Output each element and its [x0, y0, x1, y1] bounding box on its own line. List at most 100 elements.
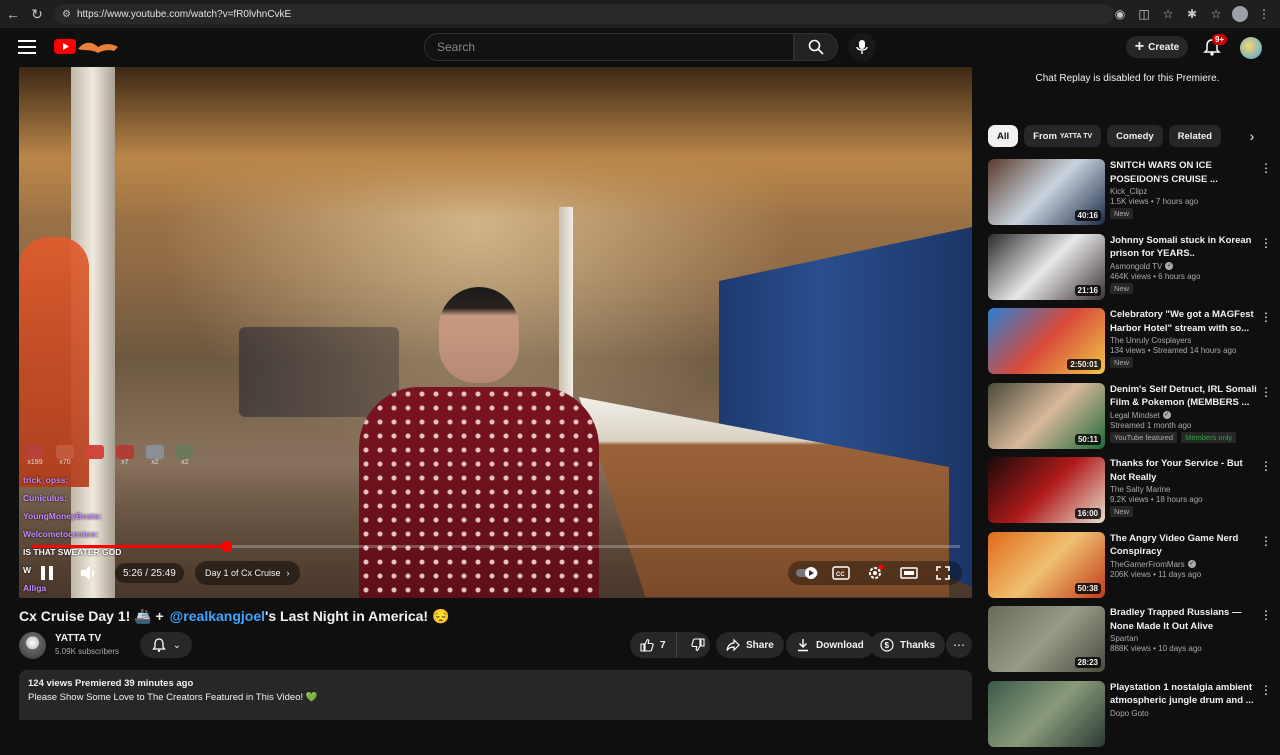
channel-name[interactable]: The Salty Marine: [1110, 485, 1258, 494]
more-vertical-icon[interactable]: ⋮: [1260, 310, 1270, 324]
create-button[interactable]: +Create: [1126, 36, 1188, 58]
video-title[interactable]: Denim's Self Detruct, IRL Somali Film & …: [1110, 383, 1258, 410]
recommended-video[interactable]: 28:23Bradley Trapped Russians — None Mad…: [988, 606, 1278, 681]
video-title[interactable]: Thanks for Your Service - But Not Really: [1110, 457, 1258, 484]
video-thumbnail[interactable]: 16:00: [988, 457, 1105, 523]
video-thumbnail[interactable]: 28:23: [988, 606, 1105, 672]
like-button[interactable]: 7: [630, 632, 677, 658]
progress-bar[interactable]: [31, 545, 960, 548]
chevron-down-icon: ⌄: [173, 640, 181, 651]
subtitles-button[interactable]: CC: [828, 561, 854, 585]
recommended-video[interactable]: 16:00Thanks for Your Service - But Not R…: [988, 457, 1278, 532]
description-box[interactable]: 124 views Premiered 39 minutes ago Pleas…: [19, 670, 972, 720]
channel-name[interactable]: YATTA TV: [55, 633, 101, 644]
video-title[interactable]: SNITCH WARS ON ICE POSEIDON'S CRUISE ...: [1110, 159, 1258, 186]
more-vertical-icon[interactable]: ⋮: [1260, 459, 1270, 473]
video-thumbnail[interactable]: 21:16: [988, 234, 1105, 300]
volume-icon: [80, 565, 98, 581]
notification-preference-button[interactable]: ⌄: [140, 632, 192, 658]
pause-button[interactable]: [35, 563, 59, 583]
gift-emote-icon: [176, 445, 194, 459]
favorites-icon[interactable]: ☆: [1204, 0, 1228, 28]
mention-link[interactable]: @realkangjoel: [170, 608, 265, 624]
reload-icon[interactable]: ↻: [24, 0, 50, 28]
account-avatar[interactable]: [1240, 37, 1262, 59]
tab-icon[interactable]: ◫: [1132, 0, 1156, 28]
video-thumbnail[interactable]: [988, 681, 1105, 747]
volume-button[interactable]: [77, 563, 101, 583]
recommended-video[interactable]: 21:16 Johnny Somali stuck in Korean priso…: [988, 234, 1278, 309]
channel-name[interactable]: TheGamerFromMars✓: [1110, 560, 1258, 569]
filter-chip[interactable]: FromYATTA TV: [1024, 125, 1101, 147]
duration-badge: 21:16: [1075, 285, 1101, 296]
views-and-date: 124 views Premiered 39 minutes ago: [28, 678, 963, 689]
gift-count: x2: [151, 459, 158, 466]
recommended-video[interactable]: Playstation 1 nostalgia ambient atmosphe…: [988, 681, 1278, 755]
filter-chip[interactable]: All: [988, 125, 1018, 147]
thanks-button[interactable]: $ Thanks: [870, 632, 945, 658]
video-thumbnail[interactable]: 40:16: [988, 159, 1105, 225]
video-player[interactable]: x199x70x10x7x2x2 trick_opss: Cuniculus: …: [19, 67, 972, 598]
video-info: Celebratory "We got a MAGFest Harbor Hot…: [1110, 308, 1258, 368]
video-badge: New: [1110, 357, 1133, 368]
share-button[interactable]: Share: [716, 632, 784, 658]
channel-name[interactable]: The Unruly Cosplayers: [1110, 336, 1258, 345]
progress-scrubber[interactable]: [221, 541, 232, 552]
video-thumbnail[interactable]: 50:11: [988, 383, 1105, 449]
puzzle-icon[interactable]: ✱: [1180, 0, 1204, 28]
address-bar[interactable]: ⚙ https://www.youtube.com/watch?v=fR0lvh…: [54, 4, 1114, 24]
more-vertical-icon[interactable]: ⋮: [1260, 608, 1270, 622]
search-input[interactable]: Search: [424, 33, 794, 61]
theater-mode-button[interactable]: [896, 561, 922, 585]
more-vertical-icon[interactable]: ⋮: [1260, 161, 1270, 175]
hamburger-menu-icon[interactable]: [18, 38, 36, 56]
video-title[interactable]: Playstation 1 nostalgia ambient atmosphe…: [1110, 681, 1258, 708]
channel-avatar[interactable]: [19, 632, 46, 659]
fullscreen-button[interactable]: [930, 561, 956, 585]
browser-profile-icon[interactable]: [1228, 0, 1252, 28]
autoplay-toggle[interactable]: [794, 561, 820, 585]
voice-search-button[interactable]: [848, 33, 876, 61]
bookmark-star-icon[interactable]: ☆: [1156, 0, 1180, 28]
settings-gear-icon: [866, 564, 884, 582]
extension-icon[interactable]: ◉: [1108, 0, 1132, 28]
filter-chip[interactable]: Comedy: [1107, 125, 1162, 147]
settings-button[interactable]: [862, 561, 888, 585]
channel-name[interactable]: Dopo Goto: [1110, 709, 1258, 718]
video-thumbnail[interactable]: 2:50:01: [988, 308, 1105, 374]
more-vertical-icon[interactable]: ⋮: [1260, 534, 1270, 548]
video-title[interactable]: The Angry Video Game Nerd Conspiracy: [1110, 532, 1258, 559]
filter-chip[interactable]: Related: [1169, 125, 1221, 147]
back-icon[interactable]: ←: [0, 0, 26, 28]
video-title-suffix: 's Last Night in America! 😔: [265, 608, 449, 625]
more-vertical-icon[interactable]: ⋮: [1260, 236, 1270, 250]
recommended-video[interactable]: 40:16SNITCH WARS ON ICE POSEIDON'S CRUIS…: [988, 159, 1278, 234]
channel-name[interactable]: Legal Mindset✓: [1110, 411, 1258, 420]
video-title[interactable]: Johnny Somali stuck in Korean prison for…: [1110, 234, 1258, 261]
chips-next-button[interactable]: ›: [1241, 125, 1263, 147]
video-title[interactable]: Bradley Trapped Russians — None Made It …: [1110, 606, 1258, 633]
youtube-logo[interactable]: [54, 37, 120, 57]
video-thumbnail[interactable]: 50:38: [988, 532, 1105, 598]
search-button[interactable]: [794, 33, 838, 61]
more-vertical-icon[interactable]: ⋮: [1260, 683, 1270, 697]
browser-menu-icon[interactable]: ⋮: [1252, 0, 1276, 28]
more-vertical-icon[interactable]: ⋮: [1260, 385, 1270, 399]
chapter-button[interactable]: Day 1 of Cx Cruise ›: [195, 561, 300, 585]
video-title[interactable]: Celebratory "We got a MAGFest Harbor Hot…: [1110, 308, 1258, 335]
download-label: Download: [816, 640, 864, 651]
site-info-icon[interactable]: ⚙: [62, 9, 71, 20]
channel-name[interactable]: Kick_Clipz: [1110, 187, 1258, 196]
download-button[interactable]: Download: [786, 632, 874, 658]
gift-count: x70: [59, 459, 70, 466]
channel-name[interactable]: Spartan: [1110, 634, 1258, 643]
channel-name[interactable]: Asmongold TV✓: [1110, 262, 1258, 271]
recommended-video[interactable]: 2:50:01Celebratory "We got a MAGFest Har…: [988, 308, 1278, 383]
more-actions-button[interactable]: ⋯: [946, 632, 972, 658]
verified-check-icon: ✓: [1188, 560, 1196, 568]
recommended-video[interactable]: 50:38The Angry Video Game Nerd Conspirac…: [988, 532, 1278, 607]
dislike-button[interactable]: [683, 632, 713, 658]
chat-username: Welcometocostco:: [23, 529, 98, 539]
verified-check-icon: ✓: [1163, 411, 1171, 419]
recommended-video[interactable]: 50:11Denim's Self Detruct, IRL Somali Fi…: [988, 383, 1278, 458]
